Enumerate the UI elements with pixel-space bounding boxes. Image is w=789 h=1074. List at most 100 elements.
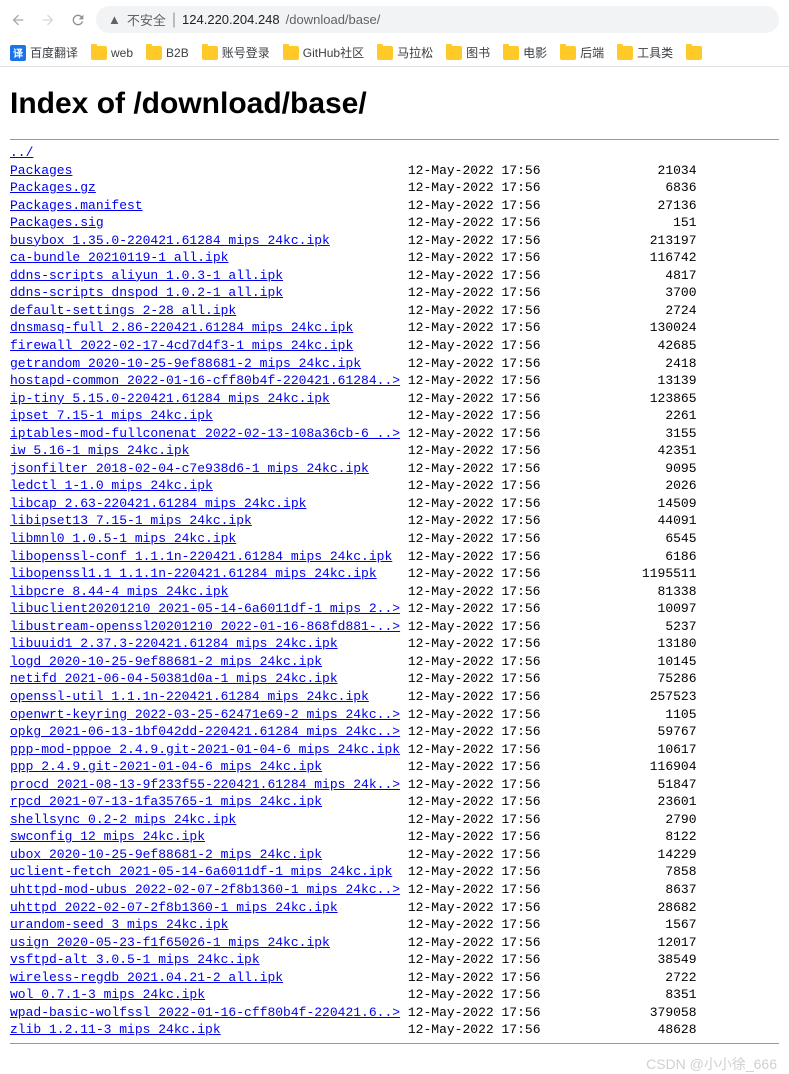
folder-icon [377, 46, 393, 60]
file-link[interactable]: uhttpd 2022-02-07-2f8b1360-1 mips 24kc.i… [10, 900, 338, 915]
file-link[interactable]: ppp 2.4.9.git-2021-01-04-6 mips 24kc.ipk [10, 759, 322, 774]
file-link[interactable]: ppp-mod-pppoe 2.4.9.git-2021-01-04-6 mip… [10, 742, 400, 757]
folder-icon [283, 46, 299, 60]
file-link[interactable]: libopenssl-conf 1.1.1n-220421.61284 mips… [10, 549, 392, 564]
file-link[interactable]: jsonfilter 2018-02-04-c7e938d6-1 mips 24… [10, 461, 369, 476]
bookmark-item[interactable]: 后端 [560, 44, 604, 61]
folder-icon [146, 46, 162, 60]
file-link[interactable]: wpad-basic-wolfssl 2022-01-16-cff80b4f-2… [10, 1005, 400, 1020]
file-link[interactable]: shellsync 0.2-2 mips 24kc.ipk [10, 812, 236, 827]
file-link[interactable]: libcap 2.63-220421.61284 mips 24kc.ipk [10, 496, 306, 511]
page-content: Index of /download/base/ ../ Packages 12… [0, 67, 789, 1056]
watermark: CSDN @小小徐_666 [646, 1054, 777, 1074]
folder-icon [446, 46, 462, 60]
browser-toolbar: ▲ 不安全 | 124.220.204.248/download/base/ [0, 0, 789, 39]
file-link[interactable]: Packages.gz [10, 180, 96, 195]
warning-icon: ▲ [108, 12, 121, 27]
bookmark-item[interactable]: 图书 [446, 44, 490, 61]
bookmark-label: 图书 [466, 44, 490, 61]
file-link[interactable]: wol 0.7.1-3 mips 24kc.ipk [10, 987, 205, 1002]
file-link[interactable]: iw 5.16-1 mips 24kc.ipk [10, 443, 189, 458]
bookmark-label: 电影 [523, 44, 547, 61]
bookmark-label: GitHub社区 [303, 44, 364, 61]
file-link[interactable]: procd 2021-08-13-9f233f55-220421.61284 m… [10, 777, 400, 792]
file-link[interactable]: busybox 1.35.0-220421.61284 mips 24kc.ip… [10, 233, 330, 248]
file-link[interactable]: opkg 2021-06-13-1bf042dd-220421.61284 mi… [10, 724, 400, 739]
file-link[interactable]: libpcre 8.44-4 mips 24kc.ipk [10, 584, 228, 599]
file-link[interactable]: ca-bundle 20210119-1 all.ipk [10, 250, 228, 265]
bookmark-label: 百度翻译 [30, 44, 78, 61]
file-link[interactable]: ddns-scripts aliyun 1.0.3-1 all.ipk [10, 268, 283, 283]
url-divider: | [172, 11, 176, 29]
divider-bottom [10, 1043, 779, 1044]
file-link[interactable]: ddns-scripts dnspod 1.0.2-1 all.ipk [10, 285, 283, 300]
bookmark-item[interactable]: 电影 [503, 44, 547, 61]
file-link[interactable]: urandom-seed 3 mips 24kc.ipk [10, 917, 228, 932]
file-link[interactable]: openssl-util 1.1.1n-220421.61284 mips 24… [10, 689, 369, 704]
file-link[interactable]: libmnl0 1.0.5-1 mips 24kc.ipk [10, 531, 236, 546]
folder-icon [503, 46, 519, 60]
folder-icon [617, 46, 633, 60]
parent-link[interactable]: ../ [10, 145, 33, 160]
page-title: Index of /download/base/ [10, 87, 779, 121]
file-link[interactable]: openwrt-keyring 2022-03-25-62471e69-2 mi… [10, 707, 400, 722]
file-link[interactable]: default-settings 2-28 all.ipk [10, 303, 236, 318]
reload-button[interactable] [70, 12, 86, 28]
nav-arrows [10, 12, 86, 28]
file-link[interactable]: libopenssl1.1 1.1.1n-220421.61284 mips 2… [10, 566, 377, 581]
file-link[interactable]: ip-tiny 5.15.0-220421.61284 mips 24kc.ip… [10, 391, 330, 406]
file-link[interactable]: uclient-fetch 2021-05-14-6a6011df-1 mips… [10, 864, 392, 879]
file-link[interactable]: libuclient20201210 2021-05-14-6a6011df-1… [10, 601, 400, 616]
bookmark-item[interactable] [686, 46, 706, 60]
file-link[interactable]: usign 2020-05-23-f1f65026-1 mips 24kc.ip… [10, 935, 330, 950]
file-link[interactable]: Packages.sig [10, 215, 104, 230]
file-link[interactable]: libustream-openssl20201210 2022-01-16-86… [10, 619, 400, 634]
file-link[interactable]: Packages [10, 163, 72, 178]
folder-icon [202, 46, 218, 60]
file-link[interactable]: libipset13 7.15-1 mips 24kc.ipk [10, 513, 252, 528]
forward-button[interactable] [40, 12, 56, 28]
file-link[interactable]: uhttpd-mod-ubus 2022-02-07-2f8b1360-1 mi… [10, 882, 400, 897]
bookmark-item[interactable]: 译百度翻译 [10, 44, 78, 61]
file-link[interactable]: vsftpd-alt 3.0.5-1 mips 24kc.ipk [10, 952, 260, 967]
file-link[interactable]: getrandom 2020-10-25-9ef88681-2 mips 24k… [10, 356, 361, 371]
bookmarks-bar: 译百度翻译 web B2B 账号登录 GitHub社区 马拉松 图书 电影 后端 工具类 [0, 39, 789, 67]
bookmark-item[interactable]: GitHub社区 [283, 44, 364, 61]
bookmark-label: 后端 [580, 44, 604, 61]
bookmark-item[interactable]: web [91, 46, 133, 60]
file-link[interactable]: dnsmasq-full 2.86-220421.61284 mips 24kc… [10, 320, 353, 335]
bookmark-label: 马拉松 [397, 44, 433, 61]
file-link[interactable]: Packages.manifest [10, 198, 143, 213]
file-link[interactable]: zlib 1.2.11-3 mips 24kc.ipk [10, 1022, 221, 1037]
file-link[interactable]: rpcd 2021-07-13-1fa35765-1 mips 24kc.ipk [10, 794, 322, 809]
file-link[interactable]: ubox 2020-10-25-9ef88681-2 mips 24kc.ipk [10, 847, 322, 862]
bookmark-item[interactable]: 账号登录 [202, 44, 270, 61]
file-link[interactable]: ledctl 1-1.0 mips 24kc.ipk [10, 478, 213, 493]
bookmark-label: B2B [166, 46, 189, 60]
file-link[interactable]: libuuid1 2.37.3-220421.61284 mips 24kc.i… [10, 636, 338, 651]
bookmark-item[interactable]: 工具类 [617, 44, 673, 61]
file-link[interactable]: hostapd-common 2022-01-16-cff80b4f-22042… [10, 373, 400, 388]
folder-icon [560, 46, 576, 60]
file-link[interactable]: swconfig 12 mips 24kc.ipk [10, 829, 205, 844]
folder-icon [686, 46, 702, 60]
divider-top [10, 139, 779, 140]
file-link[interactable]: wireless-regdb 2021.04.21-2 all.ipk [10, 970, 283, 985]
url-path: /download/base/ [286, 12, 381, 27]
folder-icon [91, 46, 107, 60]
file-link[interactable]: ipset 7.15-1 mips 24kc.ipk [10, 408, 213, 423]
file-link[interactable]: firewall 2022-02-17-4cd7d4f3-1 mips 24kc… [10, 338, 353, 353]
bookmark-label: web [111, 46, 133, 60]
file-link[interactable]: logd 2020-10-25-9ef88681-2 mips 24kc.ipk [10, 654, 322, 669]
directory-listing: ../ Packages 12-May-2022 17:56 21034 Pac… [10, 144, 779, 1039]
file-link[interactable]: netifd 2021-06-04-50381d0a-1 mips 24kc.i… [10, 671, 338, 686]
translate-icon: 译 [10, 45, 26, 61]
file-link[interactable]: iptables-mod-fullconenat 2022-02-13-108a… [10, 426, 400, 441]
bookmark-item[interactable]: B2B [146, 46, 189, 60]
url-host: 124.220.204.248 [182, 12, 280, 27]
bookmark-label: 账号登录 [222, 44, 270, 61]
url-bar[interactable]: ▲ 不安全 | 124.220.204.248/download/base/ [96, 6, 779, 33]
back-button[interactable] [10, 12, 26, 28]
bookmark-label: 工具类 [637, 44, 673, 61]
bookmark-item[interactable]: 马拉松 [377, 44, 433, 61]
